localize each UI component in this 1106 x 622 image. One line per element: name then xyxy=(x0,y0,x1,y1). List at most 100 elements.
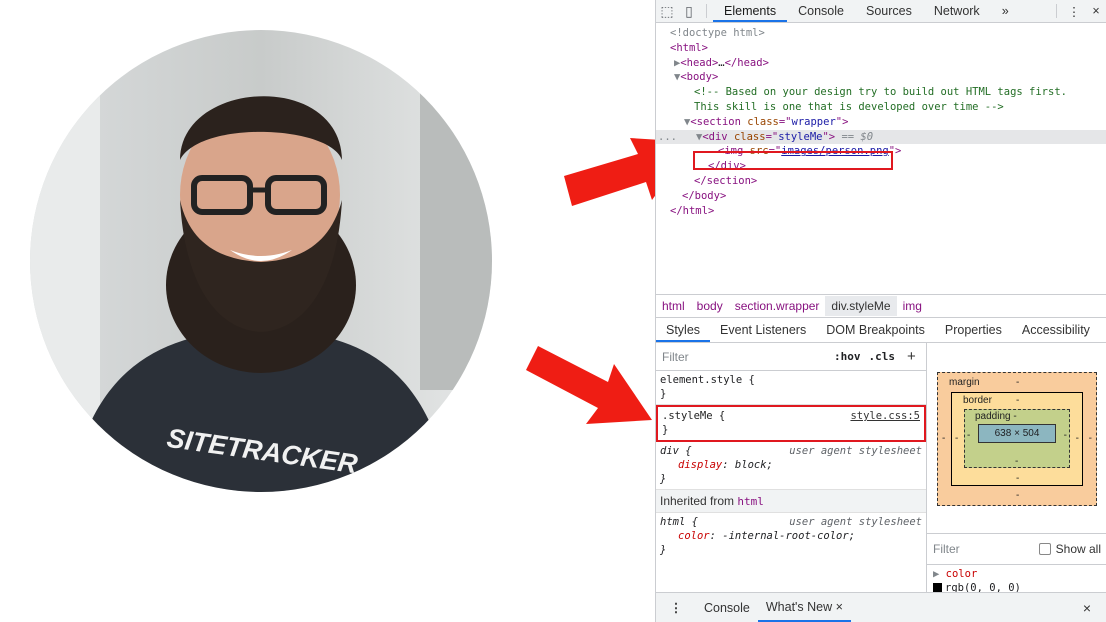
rule-close-brace: } xyxy=(660,473,667,485)
close-tab-icon[interactable]: × xyxy=(836,600,843,614)
border-bottom-value: - xyxy=(1016,473,1020,484)
css-prop-name: display xyxy=(678,459,723,471)
tabbar-divider xyxy=(706,4,707,18)
tab-properties[interactable]: Properties xyxy=(935,318,1012,342)
close-devtools-icon[interactable]: × xyxy=(1085,4,1106,18)
drawer-tab-console[interactable]: Console xyxy=(696,601,758,615)
html-ua-rule[interactable]: html { user agent stylesheet color: -int… xyxy=(656,513,926,560)
padding-label: padding - xyxy=(975,411,1017,422)
box-model-margin[interactable]: margin - - - - border - - - - padding - … xyxy=(937,372,1097,506)
breadcrumb-img[interactable]: img xyxy=(897,299,928,313)
more-tabs-button[interactable]: » xyxy=(991,0,1020,22)
dom-line-doctype[interactable]: <!doctype html> xyxy=(656,26,1106,41)
dom-tree: <!doctype html> <html> ▶<head>…</head> ▼… xyxy=(656,23,1106,296)
breadcrumb-div[interactable]: div.styleMe xyxy=(825,296,897,316)
padding-left-value: - xyxy=(967,430,971,441)
border-top-value: - xyxy=(1016,395,1020,406)
dom-line-body-close[interactable]: </body> xyxy=(656,189,1106,204)
margin-top-value: - xyxy=(1016,377,1020,388)
inspect-element-icon[interactable]: ⬚ xyxy=(656,3,678,20)
breadcrumb-section[interactable]: section.wrapper xyxy=(729,299,826,313)
styleme-source-link[interactable]: style.css:5 xyxy=(850,409,920,423)
devtools-panel: ⬚ ▯ Elements Console Sources Network » ⋮… xyxy=(655,0,1106,622)
styles-filter-input[interactable]: Filter xyxy=(656,350,822,364)
show-all-label: Show all xyxy=(1055,542,1101,556)
hov-toggle[interactable]: :hov xyxy=(834,350,861,363)
ua-stylesheet-label: user agent stylesheet xyxy=(789,445,922,457)
breadcrumb-html[interactable]: html xyxy=(656,299,691,313)
dom-tag: html xyxy=(676,41,702,54)
computed-prop-name: color xyxy=(945,568,978,580)
box-model-padding[interactable]: padding - - - - 638 × 504 xyxy=(964,409,1070,468)
color-swatch[interactable] xyxy=(933,583,942,592)
annotation-box-dom xyxy=(693,151,893,170)
styles-pane: Filter :hov .cls + element.style { } .st… xyxy=(656,343,927,592)
drawer-menu-icon[interactable]: ⋮ xyxy=(656,600,696,615)
dom-tag: section xyxy=(696,115,741,128)
element-style-rule[interactable]: element.style { } xyxy=(656,371,926,405)
margin-bottom-value: - xyxy=(1016,490,1020,501)
tab-elements[interactable]: Elements xyxy=(713,0,788,22)
margin-left-value: - xyxy=(942,433,946,444)
inherited-tag-link[interactable]: html xyxy=(737,495,764,508)
dom-tag: section xyxy=(706,174,751,187)
dom-line-div-selected[interactable]: ... ▼<div class="styleMe"> == $0 xyxy=(656,129,1106,145)
margin-label: margin xyxy=(949,377,980,388)
computed-property[interactable]: ▶ color rgb(0, 0, 0) xyxy=(933,567,1021,595)
div-declaration[interactable]: display: block; xyxy=(660,458,922,472)
computed-filter-input[interactable]: Filter xyxy=(927,542,960,556)
drawer-tab-whats-new[interactable]: What's New × xyxy=(757,593,851,622)
device-toolbar-icon[interactable]: ▯ xyxy=(678,3,700,20)
dom-line-section-close[interactable]: </section> xyxy=(656,174,1106,189)
gutter-dots[interactable]: ... xyxy=(658,130,677,145)
dom-attr-name: class xyxy=(733,130,766,143)
person-illustration: SITETRACKER xyxy=(30,30,492,492)
dom-line-head[interactable]: ▶<head>…</head> xyxy=(656,56,1106,71)
cls-toggle[interactable]: .cls xyxy=(869,350,896,363)
computed-pane: margin - - - - border - - - - padding - … xyxy=(927,343,1106,595)
show-all-checkbox[interactable] xyxy=(1038,543,1051,555)
styles-filter-row: Filter :hov .cls + xyxy=(656,343,926,371)
dom-line-html-close[interactable]: </html> xyxy=(656,204,1106,219)
dom-comment-line-1[interactable]: <!-- Based on your design try to build o… xyxy=(656,85,1106,100)
tab-accessibility[interactable]: Accessibility xyxy=(1012,318,1100,342)
html-declaration[interactable]: color: -internal-root-color; xyxy=(660,529,922,543)
rule-close-brace: } xyxy=(660,544,667,556)
tab-sources[interactable]: Sources xyxy=(855,0,923,22)
dom-tag: head xyxy=(686,56,712,69)
inherited-header: Inherited from html xyxy=(656,490,926,513)
breadcrumb-body[interactable]: body xyxy=(691,299,729,313)
box-model-content[interactable]: 638 × 504 xyxy=(978,424,1056,443)
padding-right-value: - xyxy=(1063,430,1067,441)
tab-dom-breakpoints[interactable]: DOM Breakpoints xyxy=(816,318,935,342)
tab-styles[interactable]: Styles xyxy=(656,318,711,342)
tab-event-listeners[interactable]: Event Listeners xyxy=(710,318,816,342)
border-label: border xyxy=(963,395,992,406)
dom-line-body[interactable]: ▼<body> xyxy=(656,70,1106,85)
dom-line-html[interactable]: <html> xyxy=(656,41,1106,56)
devtools-tabbar: ⬚ ▯ Elements Console Sources Network » ⋮… xyxy=(656,0,1106,23)
show-all-toggle[interactable]: Show all xyxy=(1038,542,1101,556)
tab-network[interactable]: Network xyxy=(923,0,991,22)
tabbar-divider-2 xyxy=(1056,4,1057,18)
new-rule-button[interactable]: + xyxy=(907,348,916,365)
more-options-icon[interactable]: ⋮ xyxy=(1063,4,1085,19)
expand-triangle-icon[interactable]: ▶ xyxy=(933,568,939,580)
dom-tag: body xyxy=(686,71,712,84)
ua-stylesheet-label: user agent stylesheet xyxy=(789,516,922,528)
div-ua-rule[interactable]: div { user agent stylesheet display: blo… xyxy=(656,442,926,490)
drawer-tabbar: ⋮ Console What's New × × xyxy=(656,592,1106,622)
sidebar-tabs: Styles Event Listeners DOM Breakpoints P… xyxy=(656,318,1106,343)
person-photo: SITETRACKER xyxy=(30,30,492,492)
computed-filter-row: Filter Show all xyxy=(927,533,1106,565)
dom-tag: div xyxy=(708,130,728,143)
styleme-rule[interactable]: .styleMe { style.css:5 } xyxy=(656,405,926,442)
dom-comment-line-2[interactable]: This skill is one that is developed over… xyxy=(656,100,1106,115)
dom-attr-name: class xyxy=(747,115,779,128)
drawer-tab-label: What's New xyxy=(765,600,833,614)
box-model-border[interactable]: border - - - - padding - - - - 638 × 504 xyxy=(951,392,1083,486)
element-style-selector: element.style { xyxy=(660,374,755,386)
tab-console[interactable]: Console xyxy=(787,0,855,22)
dom-line-section[interactable]: ▼<section class="wrapper"> xyxy=(656,115,1106,130)
close-drawer-icon[interactable]: × xyxy=(1075,600,1099,616)
